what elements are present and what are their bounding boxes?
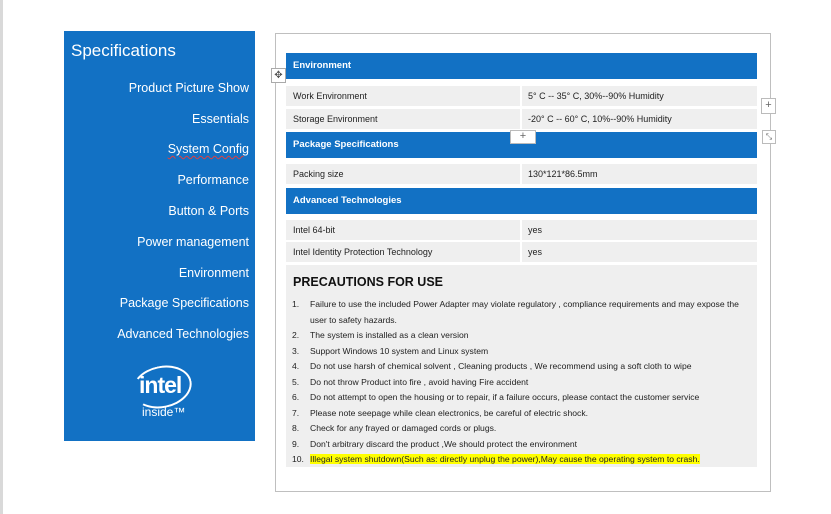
- list-item: 4. Do not use harsh of chemical solvent ,…: [292, 361, 692, 371]
- table-row: Storage Environment -20° C -- 60° C, 10%…: [286, 109, 757, 129]
- sidebar-title: Specifications: [71, 41, 176, 60]
- table-row: Work Environment 5° C -- 35° C, 30%--90%…: [286, 86, 757, 106]
- row-label: Intel Identity Protection Technology: [286, 242, 520, 262]
- row-value: 5° C -- 35° C, 30%--90% Humidity: [522, 86, 757, 106]
- sidebar-item-power-management[interactable]: Power management: [137, 235, 249, 249]
- table-move-handle-icon[interactable]: ✥: [271, 68, 286, 83]
- precautions-list: 1. Failure to use the included Power Adap…: [292, 297, 752, 468]
- list-item: 6. Do not attempt to open the housing or …: [292, 392, 700, 402]
- section-heading-environment: Environment: [286, 53, 757, 79]
- list-item: 2. The system is installed as a clean ver…: [292, 330, 469, 340]
- insert-column-icon[interactable]: +: [510, 130, 536, 144]
- table-row: Packing size 130*121*86.5mm: [286, 164, 757, 184]
- list-item: 1. Failure to use the included Power Adap…: [292, 299, 739, 325]
- sidebar-item-advanced-technologies[interactable]: Advanced Technologies: [117, 327, 249, 341]
- row-label: Work Environment: [286, 86, 520, 106]
- row-value: -20° C -- 60° C, 10%--90% Humidity: [522, 109, 757, 129]
- sidebar-item-essentials[interactable]: Essentials: [192, 112, 249, 126]
- list-item: 8. Check for any frayed or damaged cords …: [292, 423, 497, 433]
- table-row: Intel 64-bit yes: [286, 220, 757, 240]
- list-item: 10. Illegal system shutdown(Such as: dire…: [292, 454, 700, 464]
- list-item: 7. Please note seepage while clean electr…: [292, 407, 589, 418]
- row-value: yes: [522, 242, 757, 262]
- table-row: Intel Identity Protection Technology yes: [286, 242, 757, 262]
- highlighted-text: Illegal system shutdown(Such as: directl…: [310, 454, 700, 464]
- spec-sidebar: Specifications Product Picture Show Esse…: [64, 31, 255, 441]
- sidebar-item-environment[interactable]: Environment: [179, 266, 249, 280]
- intel-inside-logo: intel inside™: [128, 360, 196, 424]
- window-edge: [0, 0, 3, 514]
- logo-inside: inside™: [142, 405, 186, 419]
- row-value: yes: [522, 220, 757, 240]
- precautions-title: PRECAUTIONS FOR USE: [293, 275, 444, 289]
- row-label: Packing size: [286, 164, 520, 184]
- sidebar-item-package-specifications[interactable]: Package Specifications: [120, 296, 249, 310]
- table-resize-handle-icon[interactable]: ⤡: [762, 130, 776, 144]
- sidebar-item-system-config[interactable]: System Config: [168, 142, 249, 156]
- row-label: Storage Environment: [286, 109, 520, 129]
- row-label: Intel 64-bit: [286, 220, 520, 240]
- list-item: 5. Do not throw Product into fire , avoid…: [292, 376, 529, 387]
- sidebar-item-button-ports[interactable]: Button & Ports: [168, 204, 249, 218]
- list-item: 3. Support Windows 10 system and Linux sy…: [292, 345, 489, 356]
- sidebar-item-label: System Config: [167, 142, 249, 156]
- insert-row-icon[interactable]: +: [761, 98, 776, 114]
- row-value: 130*121*86.5mm: [522, 164, 757, 184]
- precautions-block: PRECAUTIONS FOR USE 1. Failure to use the…: [286, 265, 757, 467]
- logo-word: intel: [139, 372, 182, 398]
- sidebar-item-performance[interactable]: Performance: [177, 173, 249, 187]
- section-heading-advanced: Advanced Technologies: [286, 188, 757, 214]
- sidebar-item-product-picture-show[interactable]: Product Picture Show: [129, 81, 249, 95]
- list-item: 9. Don't arbitrary discard the product ,W…: [292, 438, 578, 449]
- document-page[interactable]: Environment Work Environment 5° C -- 35°…: [275, 33, 771, 492]
